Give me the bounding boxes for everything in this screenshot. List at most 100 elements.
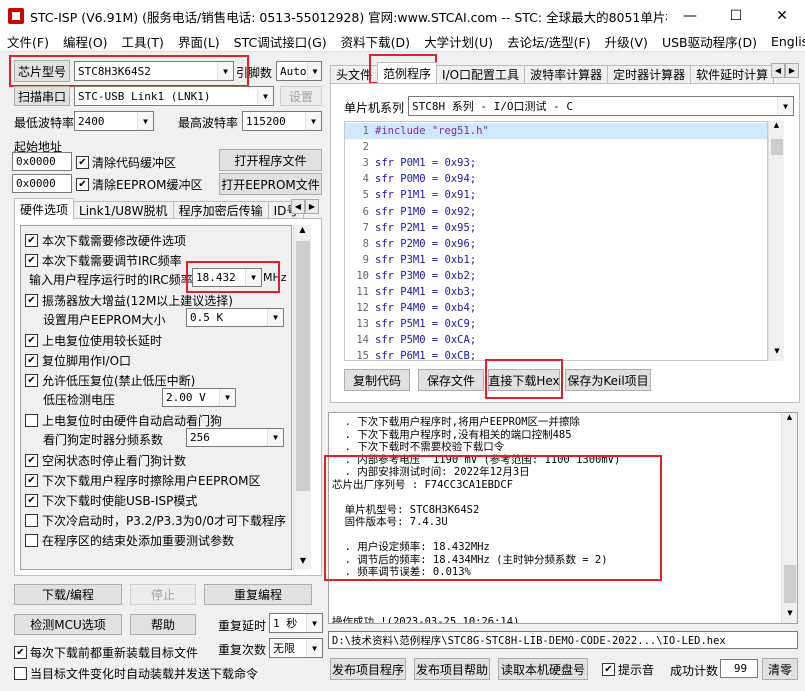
checkbox-icon[interactable] [14,667,27,680]
tab-io-config-tool[interactable]: I/O口配置工具 [436,65,526,83]
eeprom-address-input[interactable]: 0x0000 [12,174,72,193]
tab-delay-calculator[interactable]: 软件延时计算 [690,65,775,83]
publish-help-button[interactable]: 发布项目帮助 [414,658,490,680]
min-baud-select[interactable]: 2400 ▼ [74,111,154,131]
clear-eeprom-option[interactable]: ✔ 清除EEPROM缓冲区 [76,176,203,193]
checkbox-icon[interactable] [25,514,38,527]
download-program-button[interactable]: 下载/编程 [14,584,122,605]
tab-link1-offline[interactable]: Link1/U8W脱机 [73,201,174,219]
wdt-prescaler-select[interactable]: 256 ▼ [186,428,284,447]
checkbox-icon[interactable]: ✔ [25,354,38,367]
tab-header-file[interactable]: 头文件 [330,65,379,83]
scroll-left-icon[interactable]: ◀ [291,199,305,214]
clear-count-button[interactable]: 清零 [762,658,798,680]
hardware-option-2[interactable]: ✔ 振荡器放大增益(12M以上建议选择) [25,292,233,309]
checkbox-icon[interactable]: ✔ [14,646,27,659]
tab-hardware-options[interactable]: 硬件选项 [14,198,75,219]
hardware-option-4[interactable]: ✔ 复位脚用作I/O口 [25,352,131,369]
hardware-option-8[interactable]: ✔ 下次下载用户程序时擦除用户EEPROM区 [25,472,261,489]
minimize-button[interactable]: — [667,0,713,32]
max-baud-select[interactable]: 115200 ▼ [242,111,322,131]
menu-item-4[interactable]: STC调试接口(G) [227,32,334,51]
menu-item-1[interactable]: 编程(O) [56,32,115,51]
port-settings-button[interactable]: 设置 [280,86,322,106]
checkbox-icon[interactable]: ✔ [76,178,89,191]
checkbox-icon[interactable]: ✔ [25,474,38,487]
hardware-option-10[interactable]: 下次冷启动时，P3.2/P3.3为0/0才可下载程序 [25,512,286,529]
scroll-thumb[interactable] [771,139,783,155]
scroll-down-icon[interactable]: ▼ [294,556,312,570]
checkbox-icon[interactable]: ✔ [25,374,38,387]
port-select[interactable]: STC-USB Link1 (LNK1) ▼ [74,86,274,106]
save-keil-project-button[interactable]: 保存为Keil项目 [565,369,651,391]
sound-option[interactable]: ✔ 提示音 [602,661,654,678]
detect-mcu-options-button[interactable]: 检测MCU选项 [14,614,122,635]
chip-type-select[interactable]: STC8H3K64S2 ▼ [74,61,234,81]
tab-encrypted-transfer[interactable]: 程序加密后传输 [172,201,269,219]
scan-port-button[interactable]: 扫描串口 [14,86,70,106]
menu-item-3[interactable]: 界面(L) [171,32,227,51]
scroll-down-icon[interactable]: ▼ [769,347,785,361]
scroll-up-icon[interactable]: ▲ [294,225,311,239]
menu-item-0[interactable]: 文件(F) [0,32,56,51]
lvd-voltage-select[interactable]: 2.00 V ▼ [162,388,236,407]
code-editor[interactable]: 1 #include "reg51.h" 2 3 sfr P0M1 = 0x93; 4 sf… [344,121,768,361]
code-address-input[interactable]: 0x0000 [12,152,72,171]
scroll-left-icon[interactable]: ◀ [771,63,785,78]
hardware-option-5[interactable]: ✔ 允许低压复位(禁止低压中断) [25,372,195,389]
reload-before-download-option[interactable]: ✔ 每次下载前都重新装载目标文件 [14,644,198,661]
close-button[interactable]: ✕ [759,0,805,32]
mcu-series-select[interactable]: STC8H 系列 - I/O口测试 - C ▼ [408,96,794,116]
hardware-option-7[interactable]: ✔ 空闲状态时停止看门狗计数 [25,452,186,469]
hardware-option-1[interactable]: ✔ 本次下载需要调节IRC频率 [25,252,182,269]
checkbox-icon[interactable]: ✔ [25,234,38,247]
open-eeprom-file-button[interactable]: 打开EEPROM文件 [219,173,322,195]
checkbox-icon[interactable]: ✔ [76,156,89,169]
options-scrollbar[interactable]: ▲ ▼ [293,225,311,570]
scroll-up-icon[interactable]: ▲ [782,413,797,427]
chip-type-button[interactable]: 芯片型号 [14,60,70,82]
maximize-button[interactable]: ☐ [713,0,759,32]
menu-item-2[interactable]: 工具(T) [115,32,171,51]
checkbox-icon[interactable]: ✔ [25,334,38,347]
menu-item-10[interactable]: English [764,34,805,49]
log-scrollbar[interactable]: ▲ ▼ [781,413,797,623]
pin-count-select[interactable]: Auto ▼ [276,61,322,81]
checkbox-icon[interactable] [25,414,38,427]
repeat-delay-select[interactable]: 1 秒 ▼ [269,613,323,633]
menu-item-7[interactable]: 去论坛/选型(F) [500,32,598,51]
direct-download-hex-button[interactable]: 直接下载Hex [488,369,560,391]
scroll-thumb[interactable] [296,241,310,491]
clear-code-option[interactable]: ✔ 清除代码缓冲区 [76,154,176,171]
hardware-option-0[interactable]: ✔ 本次下载需要修改硬件选项 [25,232,186,249]
repeat-program-button[interactable]: 重复编程 [204,584,312,605]
scroll-up-icon[interactable]: ▲ [769,121,784,135]
save-file-button[interactable]: 保存文件 [418,369,484,391]
publish-project-button[interactable]: 发布项目程序 [330,658,406,680]
menu-item-6[interactable]: 大学计划(U) [417,32,500,51]
tab-example-programs[interactable]: 范例程序 [377,62,438,83]
copy-code-button[interactable]: 复制代码 [344,369,410,391]
code-scrollbar[interactable]: ▲ ▼ [768,121,784,361]
checkbox-icon[interactable]: ✔ [25,454,38,467]
menu-item-8[interactable]: 升级(V) [598,32,655,51]
repeat-count-select[interactable]: 无限 ▼ [269,638,323,658]
hex-path-field[interactable]: D:\技术资料\范例程序\STC8G-STC8H-LIB-DEMO-CODE-2… [328,631,798,649]
checkbox-icon[interactable]: ✔ [602,663,615,676]
scroll-right-icon[interactable]: ▶ [785,63,799,78]
auto-download-option[interactable]: 当目标文件变化时自动装载并发送下载命令 [14,665,258,682]
hardware-option-11[interactable]: 在程序区的结束处添加重要测试参数 [25,532,234,549]
scroll-right-icon[interactable]: ▶ [305,199,319,214]
tab-baud-calculator[interactable]: 波特率计算器 [524,65,609,83]
checkbox-icon[interactable]: ✔ [25,494,38,507]
menu-item-5[interactable]: 资料下载(D) [334,32,417,51]
hardware-option-3[interactable]: ✔ 上电复位使用较长延时 [25,332,162,349]
open-program-file-button[interactable]: 打开程序文件 [219,149,322,171]
checkbox-icon[interactable]: ✔ [25,294,38,307]
hardware-option-6[interactable]: 上电复位时由硬件自动启动看门狗 [25,412,222,429]
help-button[interactable]: 帮助 [130,614,196,635]
scroll-thumb[interactable] [784,565,796,603]
checkbox-icon[interactable] [25,534,38,547]
stop-button[interactable]: 停止 [130,584,196,605]
checkbox-icon[interactable]: ✔ [25,254,38,267]
